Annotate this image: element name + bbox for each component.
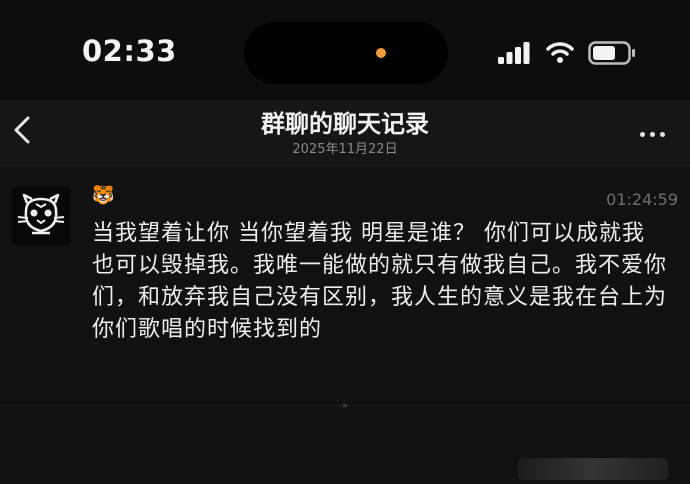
chat-message: 🐯 01:24:59 当我望着让你 当你望着我 明星是谁？ 你们可以成就我 也可… — [0, 176, 690, 406]
message-time: 01:24:59 — [606, 190, 678, 209]
status-bar: 02:33 — [0, 0, 690, 100]
more-horizontal-icon[interactable] — [640, 122, 676, 137]
battery-icon — [588, 41, 635, 65]
divider-mark — [343, 404, 347, 407]
status-time: 02:33 — [82, 34, 177, 68]
navigation-header: 群聊的聊天记录 2025年11月22日 — [0, 100, 690, 166]
recording-indicator-icon — [376, 48, 386, 58]
page-date: 2025年11月22日 — [292, 142, 398, 157]
header-divider — [0, 166, 690, 167]
blurred-watermark — [518, 458, 668, 480]
page-title: 群聊的聊天记录 — [261, 110, 429, 138]
sender-name: 🐯 — [92, 185, 115, 206]
signal-icon — [498, 42, 530, 64]
message-text: 当我望着让你 当你望着我 明星是谁？ 你们可以成就我 也可以毁掉我。我唯一能做的… — [92, 221, 668, 342]
wifi-icon — [546, 42, 574, 63]
tiger-avatar-icon[interactable] — [12, 187, 70, 245]
dynamic-island — [244, 22, 448, 84]
